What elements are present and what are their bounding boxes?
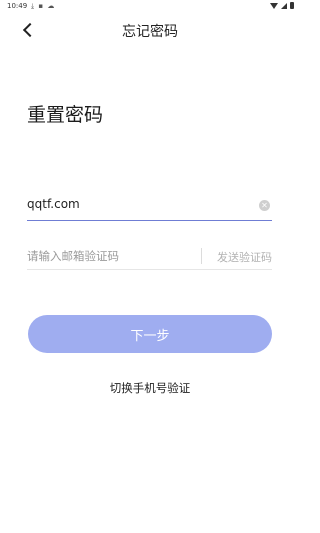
clear-icon[interactable]: ✕ (259, 200, 270, 211)
switch-phone-verification-link[interactable]: 切换手机号验证 (0, 380, 300, 396)
header-title: 忘记密码 (122, 24, 178, 40)
cloud-icon: ☁ (47, 2, 56, 10)
battery-icon (290, 2, 294, 9)
download-icon: ⤓ (31, 2, 36, 10)
divider (201, 248, 202, 264)
code-input[interactable]: 请输入邮箱验证码 (27, 248, 119, 264)
send-code-button[interactable]: 发送验证码 (217, 249, 272, 265)
next-button[interactable]: 下一步 (28, 315, 272, 353)
status-time: 10:49 (7, 2, 28, 10)
email-input[interactable]: qqtf.com (27, 197, 80, 211)
page-title: 重置密码 (27, 104, 104, 126)
verification-code-field[interactable]: 请输入邮箱验证码 发送验证码 (27, 243, 272, 270)
status-bar: 10:49 ⤓ ▪ ☁ (0, 0, 300, 12)
signal-icon (281, 2, 287, 9)
wifi-icon (270, 2, 278, 9)
notification-icon: ▪ (38, 2, 45, 10)
header: 忘记密码 (0, 14, 300, 46)
status-right-icons (270, 2, 294, 9)
email-field[interactable]: qqtf.com ✕ (27, 193, 272, 221)
status-left-icons: ⤓ ▪ ☁ (31, 2, 55, 11)
